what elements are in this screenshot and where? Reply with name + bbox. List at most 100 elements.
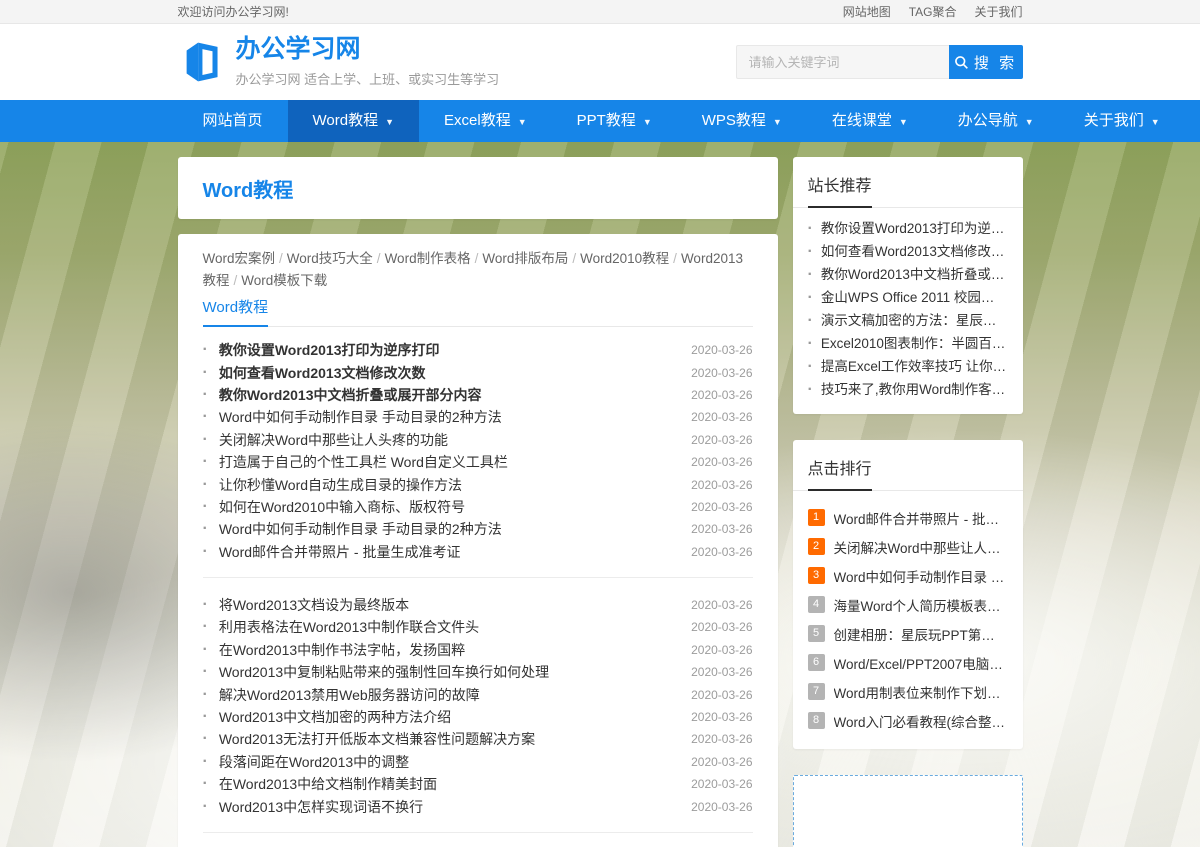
rank-item: 1Word邮件合并带照片 - 批量生成准...: [808, 503, 1008, 532]
article-item: Word中如何手动制作目录 手动目录的2种方法2020-03-26: [203, 518, 753, 540]
recommend-link[interactable]: 如何查看Word2013文档修改次数: [821, 240, 1008, 263]
site-title: 办公学习网: [236, 36, 500, 64]
recommend-link[interactable]: 演示文稿加密的方法：星辰玩PPT第七: [821, 309, 1008, 332]
nav-item-word[interactable]: Word教程▼: [288, 100, 420, 142]
topbar-link-sitemap[interactable]: 网站地图: [843, 3, 891, 20]
article-left: 如何查看Word2013文档修改次数: [203, 363, 426, 383]
nav-item-ppt[interactable]: PPT教程▼: [552, 100, 677, 142]
welcome-text: 欢迎访问办公学习网!: [178, 3, 289, 20]
article-left: Word邮件合并带照片 - 批量生成准考证: [203, 542, 461, 562]
tab-word-tutorial[interactable]: Word教程: [203, 296, 269, 327]
recommend-link[interactable]: 技巧来了,教你用Word制作客户投诉...: [821, 378, 1008, 401]
article-link[interactable]: 将Word2013文档设为最终版本: [219, 595, 409, 615]
ranking-box: 点击排行 1Word邮件合并带照片 - 批量生成准... 2 关闭解决Word中那些…: [793, 440, 1023, 749]
article-panel: Word宏案例/Word技巧大全/Word制作表格/Word排版布局/Word2…: [178, 234, 778, 847]
article-link[interactable]: Word2013中复制粘贴带来的强制性回车换行如何处理: [219, 662, 549, 682]
tag-link[interactable]: Word宏案例: [203, 251, 276, 266]
rank-link[interactable]: Word邮件合并带照片 - 批量生成准...: [834, 508, 1008, 528]
article-item: 在Word2013中给文档制作精美封面2020-03-26: [203, 773, 753, 795]
tag-link[interactable]: Word模板下载: [241, 273, 327, 288]
article-item: 在Word2013中制作书法字帖，发扬国粹2020-03-26: [203, 639, 753, 661]
article-link[interactable]: 利用表格法在Word2013中制作联合文件头: [219, 617, 479, 637]
article-date: 2020-03-26: [691, 433, 752, 447]
article-link[interactable]: 在Word2013中制作书法字帖，发扬国粹: [219, 640, 465, 660]
article-list: 教你设置Word2013打印为逆序打印 2020-03-26 如何查看Word201…: [203, 339, 753, 563]
tag-link[interactable]: Word排版布局: [482, 251, 568, 266]
rank-link[interactable]: Word/Excel/PPT2007电脑异常导...: [834, 653, 1008, 673]
rank-link[interactable]: Word用制表位来制作下划线，真...: [834, 682, 1008, 702]
article-left: 解决Word2013禁用Web服务器访问的故障: [203, 685, 480, 705]
rank-link[interactable]: 关闭解决Word中那些让人头疼的...: [834, 537, 1008, 557]
article-link[interactable]: 教你Word2013中文档折叠或展开部分内容: [219, 385, 482, 405]
category-tabs: Word教程: [203, 296, 753, 327]
recommend-link[interactable]: 提高Excel工作效率技巧 让你的工作事: [821, 355, 1008, 378]
nav-item-excel[interactable]: Excel教程▼: [419, 100, 552, 142]
tag-link[interactable]: Word2010教程: [580, 251, 669, 266]
rank-link[interactable]: 海量Word个人简历模板表格免费...: [834, 595, 1008, 615]
article-item: Word2013中文档加密的两种方法介绍2020-03-26: [203, 706, 753, 728]
main-nav-bar: 网站首页Word教程▼Excel教程▼PPT教程▼WPS教程▼在线课堂▼办公导航…: [0, 100, 1200, 142]
article-left: 教你Word2013中文档折叠或展开部分内容: [203, 385, 482, 405]
article-left: 利用表格法在Word2013中制作联合文件头: [203, 617, 480, 637]
rank-link[interactable]: Word入门必看教程(综合整理)，应...: [834, 711, 1008, 731]
chevron-down-icon: ▼: [899, 101, 908, 143]
nav-item-home[interactable]: 网站首页: [178, 100, 288, 142]
recommend-item: 金山WPS Office 2011 校园版免费下载: [808, 286, 1008, 309]
site-brand[interactable]: 办公学习网 办公学习网 适合上学、上班、或实习生等学习: [178, 36, 500, 88]
recommend-link[interactable]: 教你设置Word2013打印为逆序打印: [821, 217, 1008, 240]
article-date: 2020-03-26: [691, 755, 752, 769]
ranking-title: 点击排行: [808, 455, 872, 491]
tag-link[interactable]: Word制作表格: [385, 251, 471, 266]
page-body: Word教程 Word宏案例/Word技巧大全/Word制作表格/Word排版布…: [178, 157, 1023, 847]
article-link[interactable]: Word中如何手动制作目录 手动目录的2种方法: [219, 407, 502, 427]
tag-list: Word宏案例/Word技巧大全/Word制作表格/Word排版布局/Word2…: [203, 248, 753, 291]
tag-link[interactable]: Word技巧大全: [287, 251, 373, 266]
article-link[interactable]: 在Word2013中给文档制作精美封面: [219, 774, 437, 794]
article-link[interactable]: Word中如何手动制作目录 手动目录的2种方法: [219, 519, 502, 539]
article-link[interactable]: 解决Word2013禁用Web服务器访问的故障: [219, 685, 480, 705]
article-link[interactable]: Word2013中怎样实现词语不换行: [219, 797, 423, 817]
search-button[interactable]: 搜 索: [949, 45, 1023, 79]
recommend-link[interactable]: Excel2010图表制作：半圆百分比进...: [821, 332, 1008, 355]
nav-item-online-course[interactable]: 在线课堂▼: [807, 100, 933, 142]
topbar-link-tags[interactable]: TAG聚合: [909, 3, 957, 20]
search-input[interactable]: [736, 45, 949, 79]
rank-item: 6Word/Excel/PPT2007电脑异常导...: [808, 648, 1008, 677]
article-link[interactable]: 段落间距在Word2013中的调整: [219, 752, 409, 772]
search-bar: 搜 索: [736, 45, 1023, 79]
article-link[interactable]: Word2013中文档加密的两种方法介绍: [219, 707, 451, 727]
recommend-item: Excel2010图表制作：半圆百分比进...: [808, 332, 1008, 355]
article-link[interactable]: 教你设置Word2013打印为逆序打印: [219, 340, 440, 360]
rank-item: 7Word用制表位来制作下划线，真...: [808, 677, 1008, 706]
nav-item-wps[interactable]: WPS教程▼: [677, 100, 807, 142]
article-date: 2020-03-26: [691, 800, 752, 814]
page-title-box: Word教程: [178, 157, 778, 219]
article-link[interactable]: Word2013无法打开低版本文档兼容性问题解决方案: [219, 729, 535, 749]
article-item: Word2013中怎样实现词语不换行 2020-03-26: [203, 795, 753, 817]
article-left: Word2013无法打开低版本文档兼容性问题解决方案: [203, 729, 536, 749]
article-item: Word2013无法打开低版本文档兼容性问题解决方案2020-03-26: [203, 728, 753, 750]
chevron-down-icon: ▼: [518, 101, 527, 143]
article-link[interactable]: 让你秒懂Word自动生成目录的操作方法: [219, 475, 462, 495]
rank-link[interactable]: 创建相册：星辰玩PPT第十八招: [834, 624, 1008, 644]
article-link[interactable]: Word邮件合并带照片 - 批量生成准考证: [219, 542, 461, 562]
site-header: 办公学习网 办公学习网 适合上学、上班、或实习生等学习 搜 索: [0, 24, 1200, 100]
article-item: 如何在Word2010中输入商标、版权符号2020-03-26: [203, 496, 753, 518]
tag-separator: /: [234, 273, 238, 288]
recommend-link[interactable]: 金山WPS Office 2011 校园版免费下载: [821, 286, 1008, 309]
article-link[interactable]: 打造属于自己的个性工具栏 Word自定义工具栏: [219, 452, 508, 472]
article-link[interactable]: 如何在Word2010中输入商标、版权符号: [219, 497, 465, 517]
topbar-link-about[interactable]: 关于我们: [974, 3, 1022, 20]
nav-item-office-nav[interactable]: 办公导航▼: [933, 100, 1059, 142]
tag-separator: /: [572, 251, 576, 266]
article-link[interactable]: 关闭解决Word中那些让人头疼的功能: [219, 430, 448, 450]
nav-item-about-us[interactable]: 关于我们▼: [1059, 100, 1185, 142]
rank-badge: 2: [808, 538, 825, 555]
recommend-link[interactable]: 教你Word2013中文档折叠或展开部...: [821, 263, 1008, 286]
article-link[interactable]: 如何查看Word2013文档修改次数: [219, 363, 426, 383]
recommend-item: 技巧来了,教你用Word制作客户投诉...: [808, 378, 1008, 401]
article-date: 2020-03-26: [691, 478, 752, 492]
article-date: 2020-03-26: [691, 455, 752, 469]
rank-link[interactable]: Word中如何手动制作目录 手动目...: [834, 566, 1008, 586]
recommend-header: 站长推荐: [793, 157, 1023, 208]
